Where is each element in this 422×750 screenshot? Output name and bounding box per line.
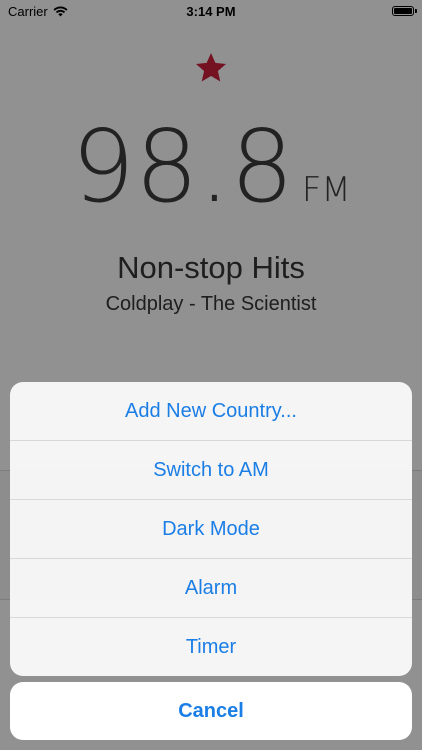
switch-to-am-button[interactable]: Switch to AM: [10, 440, 412, 499]
battery-icon: [392, 6, 417, 16]
cancel-button[interactable]: Cancel: [10, 682, 412, 740]
alarm-button[interactable]: Alarm: [10, 558, 412, 617]
status-bar: Carrier 3:14 PM: [0, 0, 422, 22]
wifi-icon: [53, 6, 68, 16]
dark-mode-button[interactable]: Dark Mode: [10, 499, 412, 558]
timer-button[interactable]: Timer: [10, 617, 412, 676]
action-sheet: Add New Country... Switch to AM Dark Mod…: [10, 382, 412, 676]
add-new-country-button[interactable]: Add New Country...: [10, 382, 412, 440]
carrier-label: Carrier: [8, 3, 48, 19]
status-left: Carrier: [8, 4, 68, 19]
